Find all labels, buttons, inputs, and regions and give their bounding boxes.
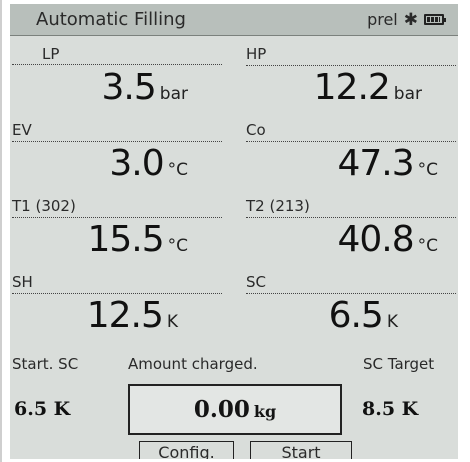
- reading-lp: LP 3.5 bar: [12, 45, 222, 117]
- reading-label: T1 (302): [12, 197, 222, 218]
- start-softkey[interactable]: Start: [250, 441, 352, 459]
- reading-label: Co: [246, 121, 456, 142]
- amount-charged-box: 0.00 kg: [128, 384, 342, 435]
- left-rule: [0, 0, 2, 462]
- reading-value: 40.8 °C: [337, 219, 438, 260]
- start-sc-value: 6.5 K: [14, 398, 71, 420]
- reading-co: Co 47.3 °C: [246, 121, 456, 193]
- sc-target-value: 8.5 K: [362, 398, 419, 420]
- reading-value: 12.2 bar: [313, 67, 422, 108]
- screen-title: Automatic Filling: [36, 9, 186, 30]
- amount-charged-value: 0.00: [193, 396, 250, 423]
- sc-target-label: SC Target: [363, 355, 435, 373]
- reading-value: 6.5 K: [328, 295, 398, 336]
- reading-label: HP: [246, 45, 456, 66]
- device-screen: Automatic Filling prel ✱ LP 3.5 bar HP 12…: [10, 4, 458, 459]
- reading-t2: T2 (213) 40.8 °C: [246, 197, 456, 269]
- reading-label: SH: [12, 273, 222, 294]
- reading-t1: T1 (302) 15.5 °C: [12, 197, 222, 269]
- battery-icon: [424, 14, 446, 25]
- reading-sc: SC 6.5 K: [246, 273, 456, 345]
- reading-value: 3.0 °C: [109, 143, 188, 184]
- reading-label: SC: [246, 273, 456, 294]
- amount-charged-label: Amount charged.: [128, 355, 258, 373]
- reading-label: EV: [12, 121, 222, 142]
- start-sc-label: Start. SC: [12, 355, 79, 373]
- amount-charged-unit: kg: [253, 402, 277, 421]
- status-text: prel: [367, 10, 398, 29]
- reading-label: LP: [12, 45, 222, 65]
- reading-label: T2 (213): [246, 197, 456, 218]
- reading-value: 3.5 bar: [101, 67, 188, 108]
- reading-value: 47.3 °C: [337, 143, 438, 184]
- title-bar: Automatic Filling prel ✱: [10, 4, 458, 36]
- reading-value: 12.5 K: [86, 295, 178, 336]
- reading-hp: HP 12.2 bar: [246, 45, 456, 117]
- status-area: prel ✱: [367, 9, 446, 30]
- config-softkey[interactable]: Config.: [139, 441, 234, 459]
- reading-value: 15.5 °C: [87, 219, 188, 260]
- bluetooth-icon: ✱: [403, 9, 418, 30]
- reading-sh: SH 12.5 K: [12, 273, 222, 345]
- reading-ev: EV 3.0 °C: [12, 121, 222, 193]
